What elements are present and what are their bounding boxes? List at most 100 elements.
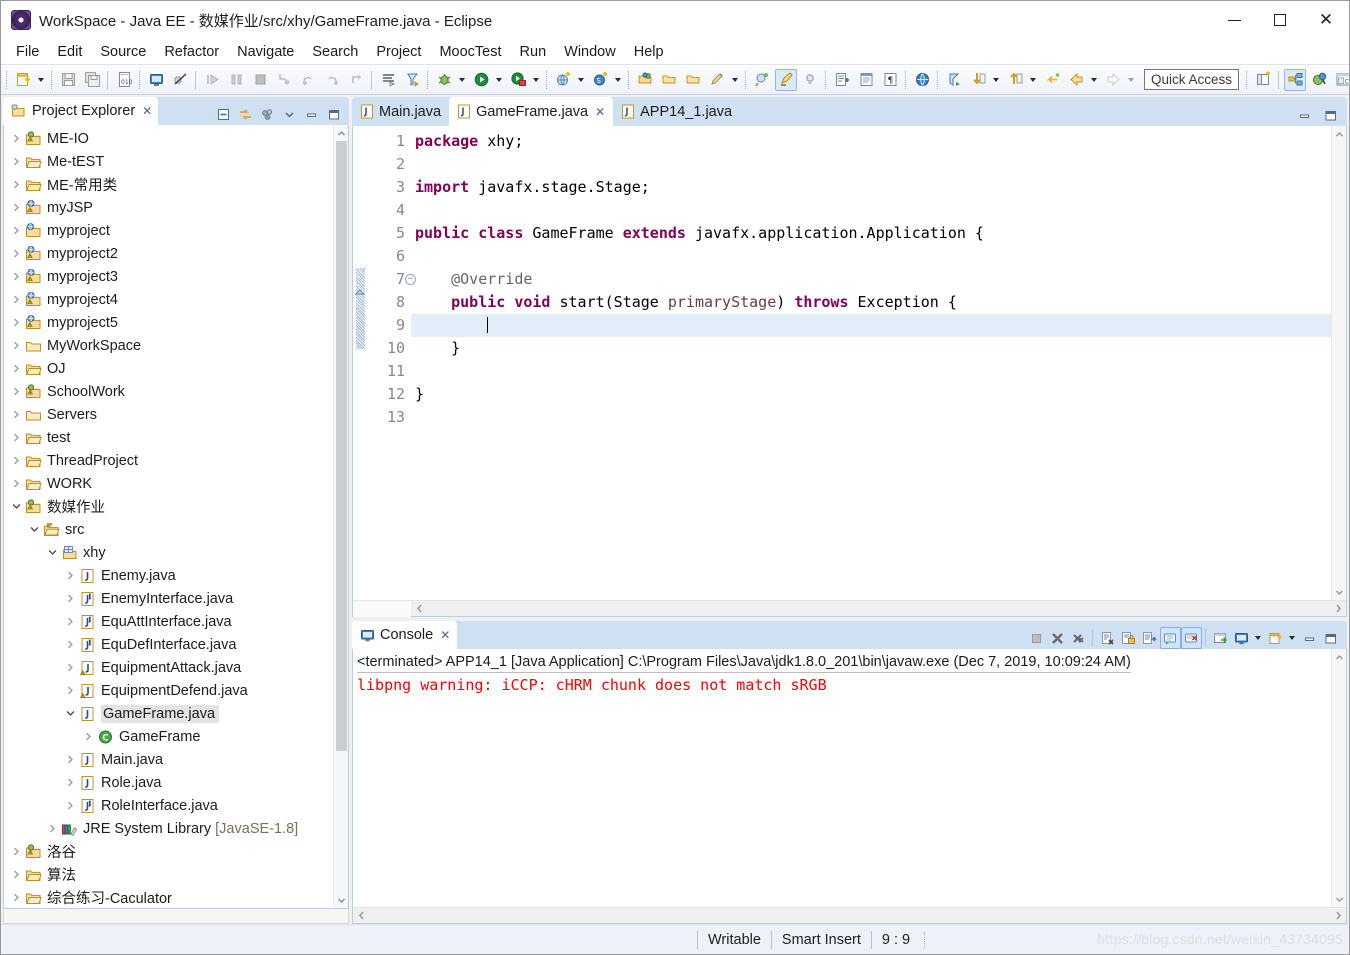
maximize-icon[interactable] <box>323 103 343 125</box>
chevron-right-icon[interactable] <box>8 219 24 242</box>
menu-project[interactable]: Project <box>367 42 430 62</box>
close-button[interactable]: ✕ <box>1303 1 1349 39</box>
search-icon[interactable] <box>943 69 965 91</box>
debug-perspective-icon[interactable]: C <box>1332 69 1349 91</box>
new-wizard-dropdown-icon[interactable] <box>35 69 46 91</box>
code-line[interactable] <box>411 360 1331 383</box>
forward-dropdown-icon[interactable] <box>1125 69 1136 91</box>
chevron-down-icon[interactable] <box>26 518 42 541</box>
editor-vertical-scrollbar[interactable] <box>1331 126 1346 600</box>
tree-item[interactable]: Servers <box>4 403 333 426</box>
new-wizard-icon[interactable] <box>12 69 34 91</box>
new-server-dropdown-icon[interactable] <box>612 69 623 91</box>
menu-run[interactable]: Run <box>511 42 556 62</box>
chevron-right-icon[interactable] <box>8 863 24 886</box>
view-menu-icon[interactable] <box>257 103 277 125</box>
tree-item[interactable]: ME-常用类 <box>4 173 333 196</box>
clear-console-icon[interactable] <box>1097 627 1118 649</box>
bulb-icon[interactable] <box>799 69 821 91</box>
chevron-right-icon[interactable] <box>8 449 24 472</box>
code-line[interactable]: import javafx.stage.Stage; <box>411 176 1331 199</box>
tree-item[interactable]: myproject2 <box>4 242 333 265</box>
tree-item[interactable]: C GameFrame <box>4 725 333 748</box>
scroll-thumb[interactable] <box>336 141 347 751</box>
tree-item[interactable]: Role.java <box>4 771 333 794</box>
new-web-project-dropdown-icon[interactable] <box>575 69 586 91</box>
tree-item[interactable]: RoleInterface.java <box>4 794 333 817</box>
scroll-up-icon[interactable] <box>1332 649 1347 665</box>
code-line[interactable] <box>411 153 1331 176</box>
tab-project-explorer[interactable]: Project Explorer ✕ <box>3 97 159 125</box>
tree-item[interactable]: Main.java <box>4 748 333 771</box>
chevron-right-icon[interactable] <box>8 265 24 288</box>
new-perspective-icon[interactable] <box>1252 69 1274 91</box>
quick-access-input[interactable]: Quick Access <box>1144 69 1240 90</box>
minimize-icon[interactable] <box>301 103 321 125</box>
open-web-browser-icon[interactable] <box>911 69 933 91</box>
scroll-down-icon[interactable] <box>1332 584 1347 600</box>
console-vertical-scrollbar[interactable] <box>1331 649 1346 907</box>
run-dropdown-icon[interactable] <box>493 69 504 91</box>
tree-item[interactable]: EquipmentAttack.java <box>4 656 333 679</box>
chevron-right-icon[interactable] <box>8 357 24 380</box>
project-tree-vertical-scrollbar[interactable] <box>333 125 348 908</box>
code-line[interactable]: } <box>411 337 1331 360</box>
code-line[interactable]: } <box>411 383 1331 406</box>
scroll-lock-icon[interactable] <box>1118 627 1139 649</box>
tree-item[interactable]: myJSP <box>4 196 333 219</box>
maximize-button[interactable] <box>1257 1 1303 39</box>
editor-horizontal-scrollbar[interactable] <box>353 600 1346 617</box>
java-ee-perspective-icon[interactable] <box>1284 68 1307 91</box>
chevron-right-icon[interactable] <box>62 564 78 587</box>
display-selected-console-icon[interactable] <box>1181 627 1202 649</box>
chevron-down-icon[interactable] <box>8 495 24 518</box>
chevron-right-icon[interactable] <box>62 771 78 794</box>
tree-item[interactable]: myproject3 <box>4 265 333 288</box>
chevron-down-icon[interactable] <box>44 541 60 564</box>
chevron-right-icon[interactable] <box>62 610 78 633</box>
menu-navigate[interactable]: Navigate <box>228 42 303 62</box>
open-folder-icon[interactable] <box>658 69 680 91</box>
chevron-right-icon[interactable] <box>8 426 24 449</box>
run-coverage-icon[interactable] <box>507 69 529 91</box>
tree-item[interactable]: src <box>4 518 333 541</box>
open-new-console-dropdown-icon[interactable] <box>1286 627 1297 649</box>
scroll-right-icon[interactable] <box>1330 601 1346 617</box>
project-tree[interactable]: ME-IO Me-tEST ME-常用类 myJSP myproject myprojec… <box>4 125 333 908</box>
chevron-right-icon[interactable] <box>8 840 24 863</box>
new-java-class-icon[interactable]: 010 <box>113 69 135 91</box>
chevron-right-icon[interactable] <box>8 380 24 403</box>
tree-item[interactable]: EquipmentDefend.java <box>4 679 333 702</box>
back-dropdown-icon[interactable] <box>1088 69 1099 91</box>
show-console-on-output-icon[interactable] <box>1139 627 1160 649</box>
run-last-tool-icon[interactable] <box>377 69 399 91</box>
menu-source[interactable]: Source <box>91 42 155 62</box>
chevron-right-icon[interactable] <box>62 633 78 656</box>
save-all-icon[interactable] <box>81 69 103 91</box>
scroll-up-icon[interactable] <box>1332 126 1347 142</box>
tree-item[interactable]: WORK <box>4 472 333 495</box>
code-line[interactable]: @Override <box>411 268 1331 291</box>
save-icon[interactable] <box>57 69 79 91</box>
menu-search[interactable]: Search <box>303 42 367 62</box>
view-menu-chevron-icon[interactable] <box>279 103 299 125</box>
next-annotation-icon[interactable] <box>967 69 989 91</box>
chevron-right-icon[interactable] <box>8 886 24 908</box>
pencil-icon[interactable] <box>706 69 728 91</box>
menu-edit[interactable]: Edit <box>48 42 91 62</box>
new-java-project-icon[interactable] <box>831 69 853 91</box>
code-line[interactable]: public class GameFrame extends javafx.ap… <box>411 222 1331 245</box>
open-perspective-folder-icon[interactable] <box>634 69 656 91</box>
tree-item[interactable]: EquDefInterface.java <box>4 633 333 656</box>
java-perspective-icon[interactable] <box>1308 69 1330 91</box>
tree-item[interactable]: MyWorkSpace <box>4 334 333 357</box>
chevron-right-icon[interactable] <box>8 403 24 426</box>
tab-main-java[interactable]: Main.java <box>352 97 449 126</box>
open-console-icon[interactable] <box>1210 627 1231 649</box>
chevron-right-icon[interactable] <box>62 748 78 771</box>
debug-icon[interactable] <box>433 69 455 91</box>
code-line[interactable] <box>411 199 1331 222</box>
code-line[interactable] <box>411 245 1331 268</box>
chevron-right-icon[interactable] <box>8 334 24 357</box>
new-console-view-icon[interactable] <box>1231 627 1252 649</box>
